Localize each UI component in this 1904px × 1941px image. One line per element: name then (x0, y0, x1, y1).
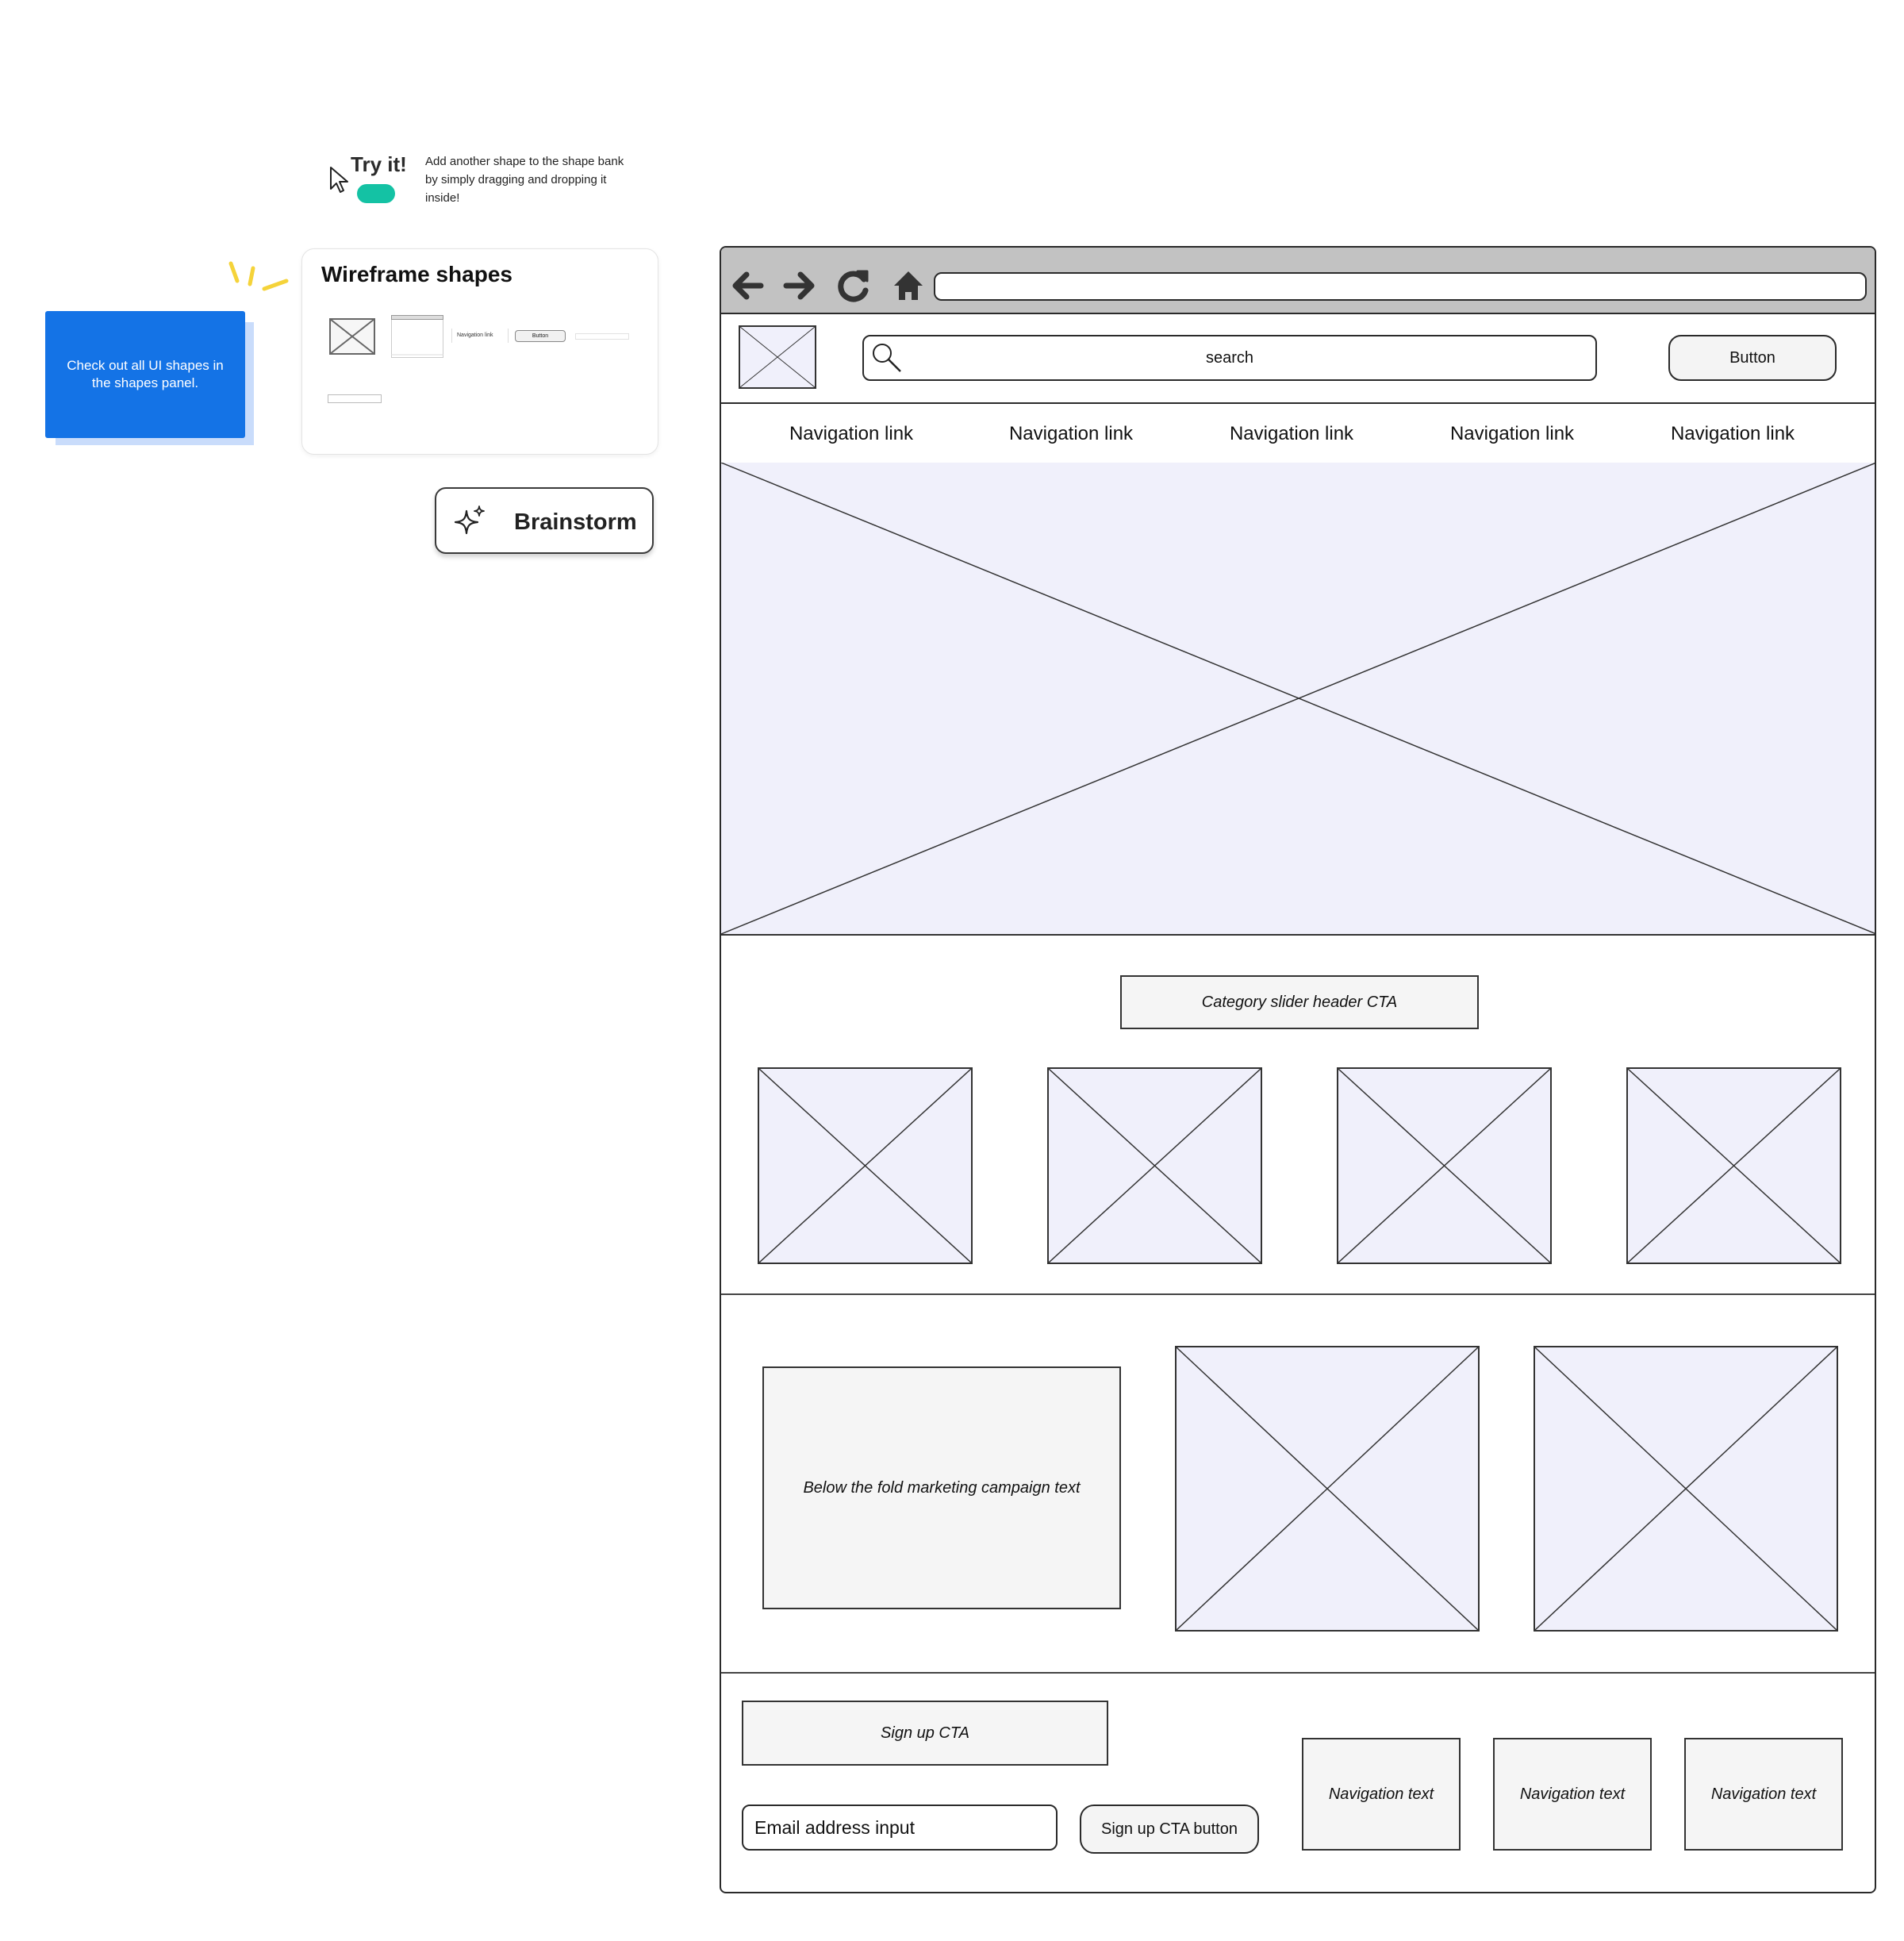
address-bar[interactable] (934, 272, 1867, 301)
email-input[interactable]: Email address input (742, 1805, 1058, 1851)
nav-link[interactable]: Navigation link (1653, 404, 1812, 464)
mini-nav-link-label: Navigation link (457, 332, 493, 338)
nav-link[interactable]: Navigation link (992, 404, 1150, 464)
category-header-cta[interactable]: Category slider header CTA (1120, 975, 1479, 1029)
try-it-toggle[interactable] (357, 184, 395, 203)
reload-icon[interactable] (835, 268, 872, 305)
try-it-description: Add another shape to the shape bank by s… (425, 155, 624, 205)
mini-browser-shape[interactable] (391, 315, 443, 358)
cursor-icon (328, 165, 352, 195)
signup-cta[interactable]: Sign up CTA (742, 1701, 1108, 1766)
shapes-panel-title: Wireframe shapes (321, 262, 512, 286)
tip-card: Check out all UI shapes in the shapes pa… (45, 311, 245, 438)
mini-text-field-shape[interactable] (328, 394, 382, 403)
category-image-placeholder (1047, 1067, 1262, 1264)
logo-placeholder (739, 325, 816, 389)
search-input[interactable]: search (862, 335, 1597, 381)
marketing-image-placeholder (1175, 1346, 1480, 1632)
search-placeholder: search (1205, 349, 1254, 367)
mini-input-shape[interactable] (575, 333, 629, 340)
wireframe-shapes-panel: Wireframe shapes Navigation link Button (301, 248, 658, 455)
brainstorm-label: Brainstorm (514, 509, 637, 535)
marketing-image-placeholder (1534, 1346, 1838, 1632)
email-input-placeholder: Email address input (754, 1817, 915, 1838)
category-image-placeholder (1337, 1067, 1552, 1264)
footer-nav-text[interactable]: Navigation text (1302, 1738, 1461, 1851)
forward-arrow-icon[interactable] (783, 270, 818, 302)
category-image-placeholder (758, 1067, 973, 1264)
tip-card-text: Check out all UI shapes in the shapes pa… (67, 358, 224, 390)
browser-toolbar (721, 248, 1875, 314)
home-icon[interactable] (892, 270, 924, 302)
try-it-title: Try it! (351, 152, 407, 176)
section-divider (721, 1672, 1875, 1674)
back-arrow-icon[interactable] (729, 270, 764, 302)
mini-image-placeholder-shape[interactable] (329, 318, 375, 355)
browser-wireframe: search Button Navigation link Navigation… (720, 246, 1876, 1893)
marketing-text-box: Below the fold marketing campaign text (762, 1366, 1121, 1609)
nav-link[interactable]: Navigation link (1433, 404, 1591, 464)
category-image-placeholder (1626, 1067, 1841, 1264)
footer-nav-text[interactable]: Navigation text (1493, 1738, 1652, 1851)
section-divider (721, 1293, 1875, 1295)
hero-image-placeholder (721, 463, 1875, 936)
footer-nav-text[interactable]: Navigation text (1684, 1738, 1843, 1851)
sparkle-icon (454, 505, 487, 538)
nav-link[interactable]: Navigation link (1212, 404, 1371, 464)
nav-link[interactable]: Navigation link (772, 404, 931, 464)
header-button[interactable]: Button (1668, 335, 1837, 381)
mini-button-shape[interactable]: Button (515, 330, 566, 342)
brainstorm-button[interactable]: Brainstorm (435, 487, 654, 554)
navigation-bar: Navigation link Navigation link Navigati… (721, 402, 1875, 464)
signup-cta-button[interactable]: Sign up CTA button (1080, 1805, 1259, 1854)
highlight-marks-icon (226, 259, 290, 298)
